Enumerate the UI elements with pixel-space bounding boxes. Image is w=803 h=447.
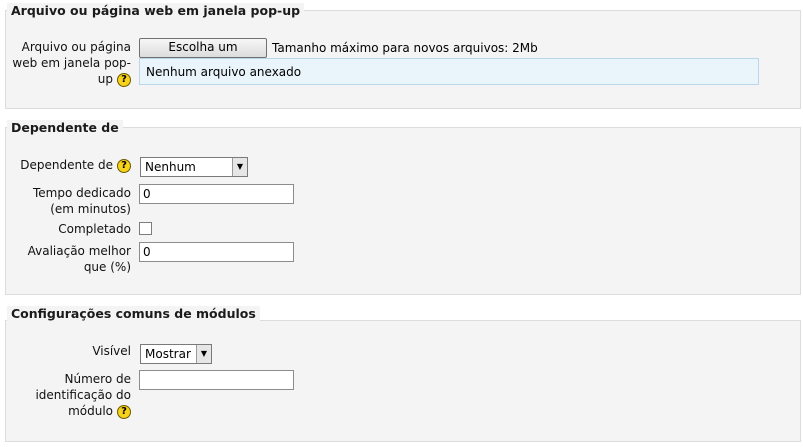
label-tempo: Tempo dedicado (em minutos): [33, 186, 131, 216]
completado-checkbox[interactable]: [139, 222, 152, 235]
help-icon[interactable]: ?: [117, 158, 131, 173]
label-popup-file: Arquivo ou página web em janela pop- up?: [12, 40, 131, 87]
label-numero: Número de identificação do módulo?: [35, 372, 131, 419]
dependente-select[interactable]: Nenhum ▼: [140, 157, 248, 177]
label-avaliacao: Avaliação melhor que (%): [27, 244, 131, 274]
label-completado: Completado: [58, 222, 131, 236]
legend-dependente: Dependente de: [7, 120, 123, 135]
help-icon[interactable]: ?: [117, 72, 131, 87]
choose-file-button[interactable]: Escolha um arquivo...: [139, 38, 267, 71]
label-visivel: Visível: [92, 344, 131, 358]
avaliacao-input[interactable]: [139, 242, 294, 262]
chevron-down-icon[interactable]: ▼: [196, 345, 211, 363]
attached-files-area[interactable]: Nenhum arquivo anexado: [139, 58, 759, 85]
tempo-input[interactable]: [139, 184, 294, 204]
legend-configuracoes: Configurações comuns de módulos: [7, 306, 260, 321]
legend-popup-file: Arquivo ou página web em janela pop-up: [7, 3, 305, 18]
numero-input[interactable]: [139, 370, 294, 390]
max-size-text: Tamanho máximo para novos arquivos: 2Mb: [272, 41, 538, 55]
label-dependente: Dependente de?: [10, 157, 131, 173]
chevron-down-icon[interactable]: ▼: [232, 158, 247, 176]
help-icon[interactable]: ?: [117, 404, 131, 419]
visivel-select[interactable]: Mostrar ▼: [140, 344, 212, 364]
